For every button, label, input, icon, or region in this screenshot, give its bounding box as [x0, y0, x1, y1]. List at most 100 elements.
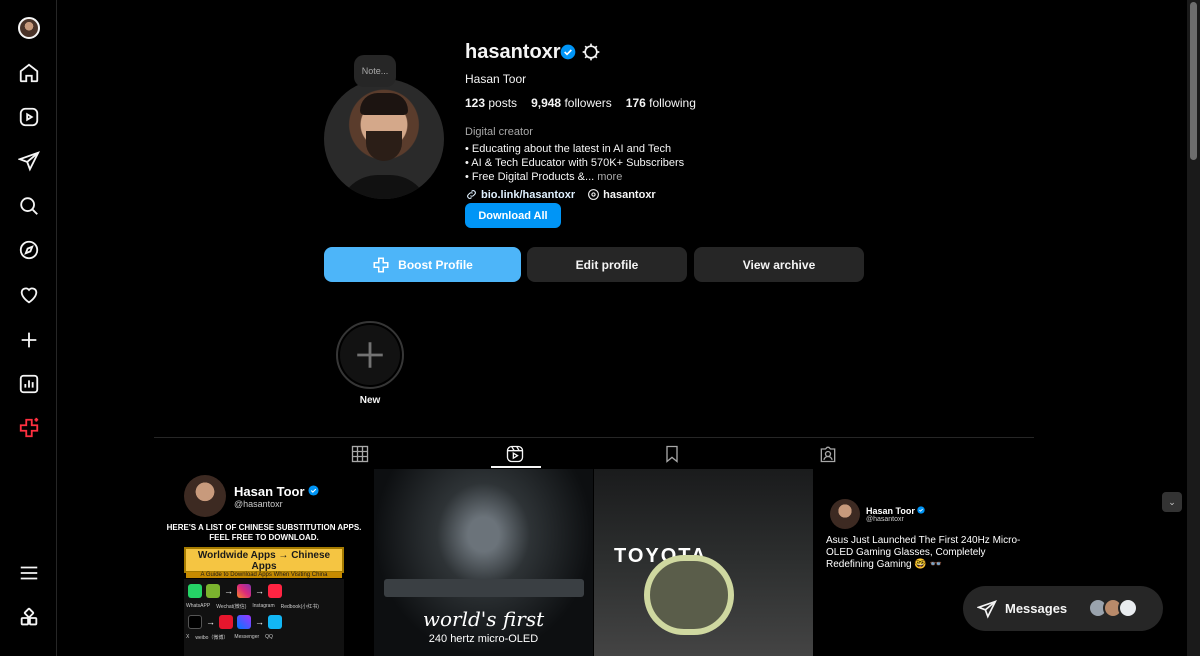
- profile-stats: 123 posts 9,948 followers 176 following: [465, 96, 696, 110]
- apps-banner: Worldwide Apps → Chinese Apps A Guide to…: [184, 547, 344, 578]
- grid-icon: [351, 445, 369, 463]
- post-subtitle: 240 hertz micro-OLED: [428, 633, 539, 645]
- notifications-icon[interactable]: [17, 283, 41, 307]
- edit-profile-button[interactable]: Edit profile: [527, 247, 687, 282]
- verified-badge-icon: [917, 505, 926, 514]
- following-count: 176: [625, 96, 646, 110]
- tab-posts[interactable]: [346, 441, 374, 467]
- note-bubble[interactable]: Note...: [354, 55, 396, 87]
- messages-button[interactable]: Messages: [963, 586, 1163, 631]
- app-label: Instagram: [252, 603, 275, 609]
- profile-tabs: [154, 437, 1034, 469]
- tab-tagged[interactable]: [814, 441, 842, 467]
- scrollbar[interactable]: [1187, 0, 1200, 656]
- app-label: Wechat(微信): [216, 604, 247, 610]
- bookmark-icon: [666, 445, 678, 463]
- app-list: → → WhatsAPP Wechat(微信) Instagram Redboo…: [184, 579, 344, 656]
- verified-badge-icon: [560, 44, 576, 60]
- threads-link[interactable]: hasantoxr: [587, 188, 656, 201]
- followers-count: 9,948: [531, 96, 562, 110]
- avatar: [18, 17, 40, 39]
- app-label: WhatsAPP: [186, 603, 211, 609]
- view-archive-button[interactable]: View archive: [694, 247, 864, 282]
- avatar: [1118, 598, 1138, 618]
- bio-link[interactable]: bio.link/hasantoxr: [465, 188, 575, 201]
- full-name: Hasan Toor: [465, 72, 527, 86]
- app-label: X: [186, 634, 190, 640]
- app-label: weibo（微博）: [195, 635, 229, 641]
- post-text: Asus Just Launched The First 240Hz Micro…: [826, 535, 1021, 570]
- redbook-icon: [268, 584, 282, 598]
- app-label: QQ: [265, 634, 273, 640]
- messages-label: Messages: [1005, 601, 1068, 616]
- search-icon[interactable]: [17, 194, 41, 218]
- weibo-icon: [219, 615, 233, 629]
- message-avatars: [1088, 598, 1138, 618]
- post-author-name: Hasan Toor: [234, 483, 305, 499]
- following-label: following: [649, 96, 696, 110]
- grid-post-1[interactable]: Hasan Toor @hasantoxr HERE'S A LIST OF C…: [154, 469, 373, 656]
- post-avatar: [830, 499, 860, 529]
- post-author-name: Hasan Toor: [866, 505, 915, 516]
- banner-title: Worldwide Apps → Chinese Apps: [197, 550, 331, 572]
- reels-icon[interactable]: [17, 105, 41, 129]
- wechat-icon: [206, 584, 220, 598]
- also-from-meta-icon[interactable]: [17, 606, 41, 630]
- download-all-button[interactable]: Download All: [465, 203, 561, 228]
- tab-reels[interactable]: [501, 441, 529, 467]
- posts-stat: 123 posts: [465, 96, 517, 110]
- app-label: Messenger: [234, 634, 260, 640]
- sidebar: [0, 0, 57, 656]
- post-avatar: [184, 475, 226, 517]
- meta-ai-icon[interactable]: [17, 416, 41, 440]
- banner-subtitle: A Guide to Download Apps When Visiting C…: [186, 572, 342, 578]
- messenger-icon: [237, 615, 251, 629]
- home-icon[interactable]: [17, 61, 41, 85]
- collapse-icon[interactable]: ⌄: [1162, 492, 1182, 512]
- dashboard-icon[interactable]: [17, 372, 41, 396]
- grid-post-2[interactable]: world's first 240 hertz micro-OLED: [374, 469, 593, 656]
- plus-icon: [357, 342, 383, 368]
- tab-saved[interactable]: [658, 441, 686, 467]
- profile-picture[interactable]: [324, 79, 444, 199]
- tagged-icon: [820, 446, 836, 463]
- grid-post-3[interactable]: TOYOTA: [594, 469, 813, 656]
- explore-icon[interactable]: [17, 238, 41, 262]
- new-highlight-button[interactable]: [336, 321, 404, 389]
- monitor-shape: [384, 579, 584, 597]
- settings-gear-icon[interactable]: [581, 42, 601, 62]
- create-icon[interactable]: [17, 328, 41, 352]
- bio-more-link[interactable]: more: [597, 171, 622, 183]
- more-menu-icon[interactable]: [17, 561, 41, 585]
- instagram-icon: [237, 584, 251, 598]
- bio-line-3-text: • Free Digital Products &...: [465, 171, 595, 183]
- posts-count: 123: [465, 96, 486, 110]
- post-title: world's first: [422, 607, 545, 631]
- messages-icon[interactable]: [17, 149, 41, 173]
- messages-send-icon: [977, 599, 997, 619]
- threads-handle: hasantoxr: [603, 188, 656, 201]
- bio-line-3: • Free Digital Products &... more: [465, 171, 622, 183]
- bio-link-text: bio.link/hasantoxr: [481, 188, 576, 201]
- app-label: Redbook(小红书): [280, 604, 319, 610]
- username: hasantoxr: [465, 41, 561, 63]
- followers-label: followers: [564, 96, 612, 110]
- x-icon: [188, 615, 202, 629]
- threads-icon: [588, 189, 600, 200]
- followers-stat[interactable]: 9,948 followers: [531, 96, 612, 110]
- profile-category: Digital creator: [465, 126, 533, 138]
- scrollbar-thumb[interactable]: [1190, 2, 1197, 160]
- boost-profile-button[interactable]: Boost Profile: [324, 247, 521, 282]
- post-author-handle: @hasantoxr: [866, 515, 904, 523]
- link-icon: [467, 190, 476, 199]
- boost-label: Boost Profile: [398, 257, 473, 272]
- qq-icon: [268, 615, 282, 629]
- following-stat[interactable]: 176 following: [626, 96, 696, 110]
- profile-links: bio.link/hasantoxr hasantoxr: [465, 188, 656, 201]
- boost-icon: [373, 257, 389, 272]
- post-headline: HERE'S A LIST OF CHINESE SUBSTITUTION AP…: [166, 523, 362, 542]
- robot-shape: [644, 555, 734, 635]
- whatsapp-icon: [188, 584, 202, 598]
- posts-label: posts: [488, 96, 518, 110]
- profile-avatar[interactable]: [17, 16, 41, 40]
